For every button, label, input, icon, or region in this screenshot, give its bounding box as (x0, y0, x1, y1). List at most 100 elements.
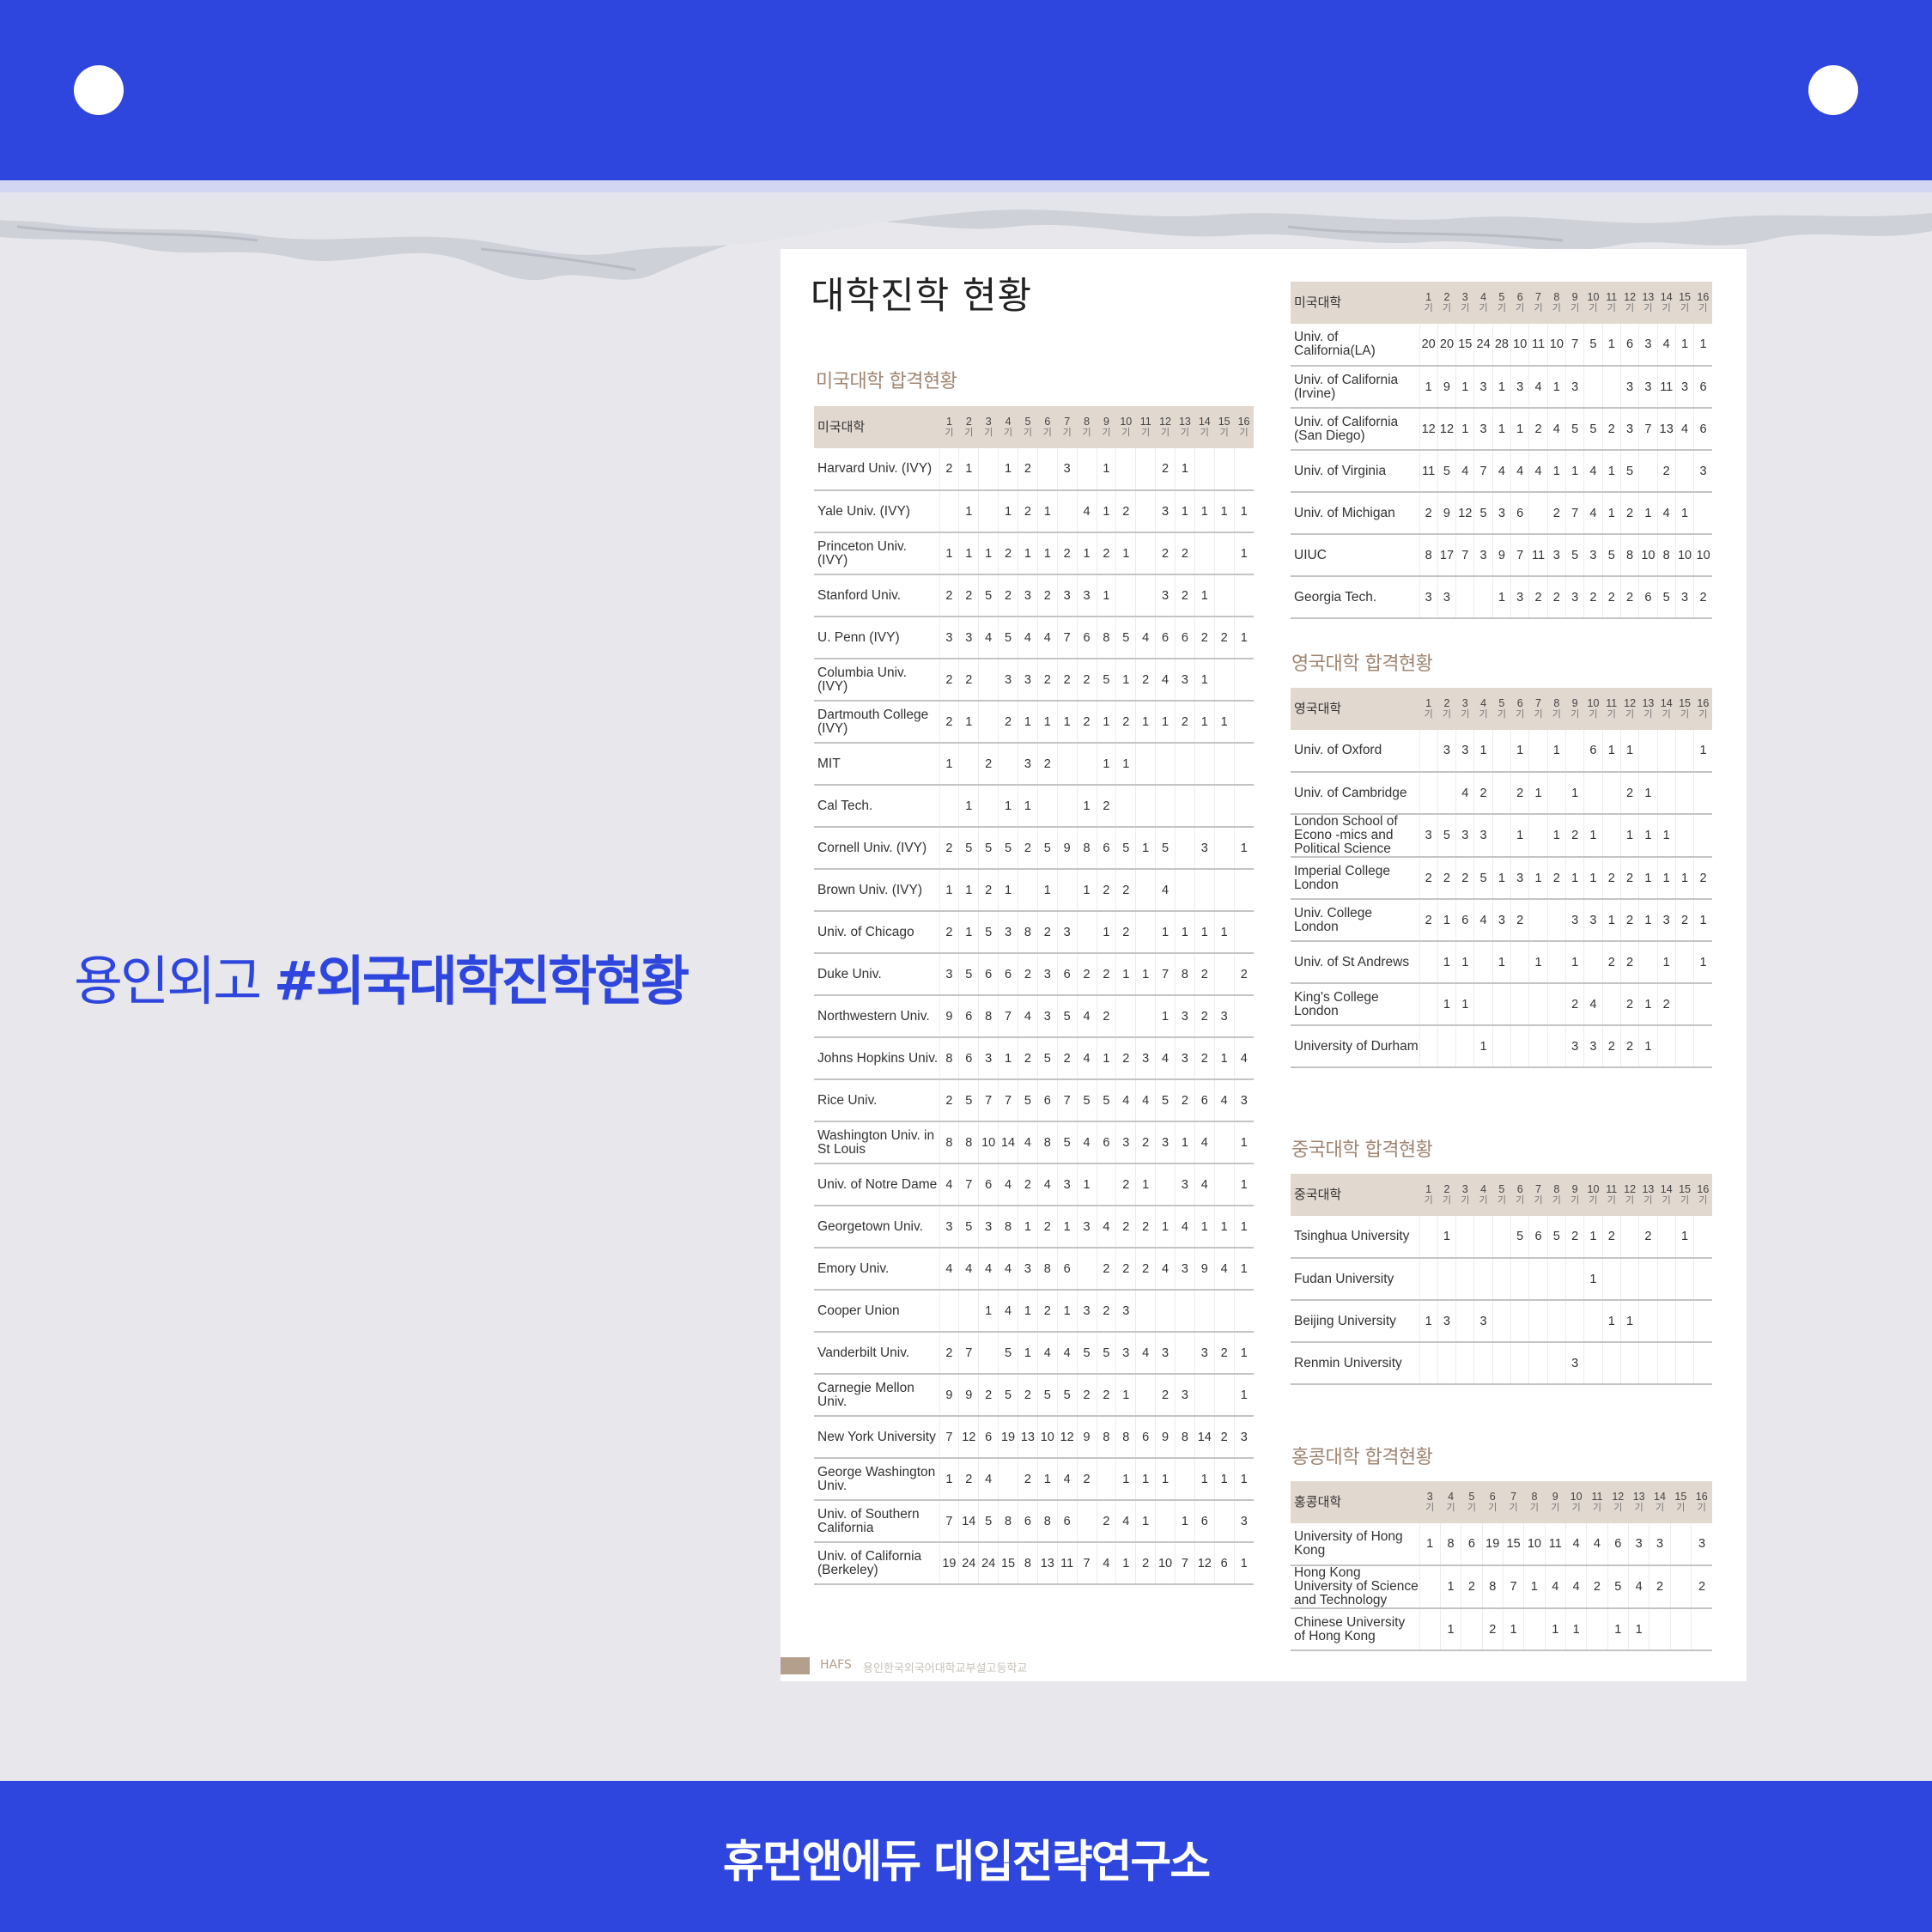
column-header: 15 기 (1675, 688, 1693, 730)
count-cell (939, 1290, 959, 1333)
column-header: 9기 (1545, 1481, 1565, 1523)
count-cell: 28 (1492, 324, 1511, 367)
table-row: Dartmouth College (IVY) 2 1 2 1 1 1 2 1 2 1 1 2 1 1 (814, 701, 1254, 744)
column-header: 12 기 (1620, 1174, 1638, 1216)
university-name: George Washington Univ. (814, 1458, 939, 1501)
count-cell: 2 (1586, 1565, 1608, 1609)
count-cell (1213, 1290, 1235, 1333)
count-cell (1135, 1290, 1156, 1333)
count-cell: 3 (958, 617, 979, 659)
count-cell: 1 (1036, 869, 1058, 912)
count-cell: 3 (1056, 574, 1078, 617)
table-row: Harvard Univ. (IVY) 2 1 1 2 3 1 2 1 (814, 448, 1254, 491)
count-cell: 3 (1546, 534, 1566, 577)
count-cell: 2 (1649, 1565, 1671, 1609)
column-header: 3기 (1456, 1174, 1474, 1216)
count-cell: 1 (1056, 1290, 1078, 1333)
count-cell: 5 (1096, 1332, 1116, 1375)
count-cell (1693, 1025, 1712, 1068)
count-cell: 2 (1619, 899, 1639, 942)
count-cell: 5 (1619, 450, 1639, 493)
count-cell: 7 (958, 1163, 979, 1206)
count-cell: 2 (1115, 701, 1136, 744)
count-cell (1194, 1374, 1215, 1417)
count-cell: 2 (1018, 1163, 1038, 1206)
table-row: Cornell Univ. (IVY) 2 5 5 5 2 5 9 8 6 5 1 5 3 1 (814, 827, 1254, 870)
count-cell: 2 (1583, 576, 1603, 619)
count-cell: 1 (1544, 1608, 1566, 1651)
count-cell (939, 785, 959, 828)
count-cell: 1 (1018, 1290, 1038, 1333)
count-cell (1693, 772, 1712, 815)
count-cell: 15 (998, 1542, 1018, 1585)
count-cell: 2 (1564, 1216, 1584, 1259)
count-cell: 4 (1544, 1565, 1566, 1609)
count-cell (1135, 785, 1156, 828)
university-name: Duke Univ. (814, 953, 939, 996)
count-cell: 12 (958, 1416, 979, 1459)
column-header: 16 기 (1234, 406, 1254, 448)
count-cell: 3 (998, 659, 1018, 702)
count-cell: 11 (1419, 450, 1438, 493)
column-header: 5기 (1492, 282, 1510, 324)
count-cell (1076, 911, 1097, 954)
count-cell (1175, 1458, 1195, 1501)
column-number: 11 (1606, 290, 1618, 303)
count-cell (1674, 1300, 1694, 1343)
count-cell (1492, 983, 1511, 1026)
count-cell: 2 (1419, 857, 1438, 900)
count-cell: 1 (1437, 941, 1456, 984)
count-cell (1213, 1500, 1235, 1543)
column-header: 6기 (1511, 688, 1529, 730)
count-cell: 2 (1601, 857, 1621, 900)
count-cell: 4 (1194, 1163, 1215, 1206)
count-cell (1638, 450, 1658, 493)
count-cell: 1 (1564, 772, 1584, 815)
count-cell: 1 (998, 1037, 1018, 1080)
count-cell: 2 (1155, 1374, 1176, 1417)
column-suffix: 기 (1461, 708, 1470, 720)
count-cell (1674, 814, 1694, 858)
count-cell: 6 (1583, 730, 1603, 773)
count-cell: 5 (1115, 827, 1136, 870)
count-cell: 3 (1175, 1163, 1195, 1206)
count-cell: 4 (1076, 1037, 1097, 1080)
count-cell (1583, 941, 1603, 984)
count-cell: 8 (1656, 534, 1676, 577)
column-suffix: 기 (1571, 1502, 1581, 1513)
count-cell: 1 (958, 490, 979, 533)
count-cell (1638, 1342, 1658, 1385)
count-cell: 10 (1155, 1542, 1176, 1585)
column-header: 14 기 (1194, 406, 1214, 448)
column-number: 11 (1606, 1182, 1618, 1195)
count-cell: 8 (1115, 1416, 1136, 1459)
count-cell: 20 (1437, 324, 1456, 367)
university-name: Georgetown Univ. (814, 1206, 939, 1249)
count-cell: 12 (1437, 408, 1456, 451)
column-number: 1 (1425, 290, 1432, 303)
count-cell: 1 (1546, 366, 1566, 409)
header-label: 홍콩대학 (1291, 1481, 1419, 1523)
column-header: 10 기 (1584, 1174, 1602, 1216)
count-cell (1528, 899, 1548, 942)
column-number: 7 (1535, 290, 1541, 303)
university-name: Princeton Univ. (IVY) (814, 532, 939, 575)
column-suffix: 기 (1509, 1502, 1518, 1513)
count-cell: 1 (1564, 941, 1584, 984)
column-header: 16 기 (1694, 1174, 1712, 1216)
count-cell (1656, 1342, 1676, 1385)
table-row: Univ. of Cambridge 4 2 2 1 1 2 1 (1291, 772, 1712, 815)
count-cell: 2 (1076, 659, 1097, 702)
count-cell: 2 (1455, 857, 1474, 900)
column-header: 7기 (1529, 688, 1547, 730)
count-cell: 6 (978, 1163, 999, 1206)
count-cell: 1 (1213, 701, 1235, 744)
column-header: 8기 (1547, 1174, 1565, 1216)
count-cell: 1 (1601, 324, 1621, 367)
count-cell: 1 (939, 532, 959, 575)
count-cell: 4 (1036, 1163, 1058, 1206)
university-name: Yale Univ. (IVY) (814, 490, 939, 533)
count-cell: 1 (1175, 1500, 1195, 1543)
column-header: 3기 (1456, 688, 1474, 730)
count-cell (1492, 1216, 1511, 1259)
